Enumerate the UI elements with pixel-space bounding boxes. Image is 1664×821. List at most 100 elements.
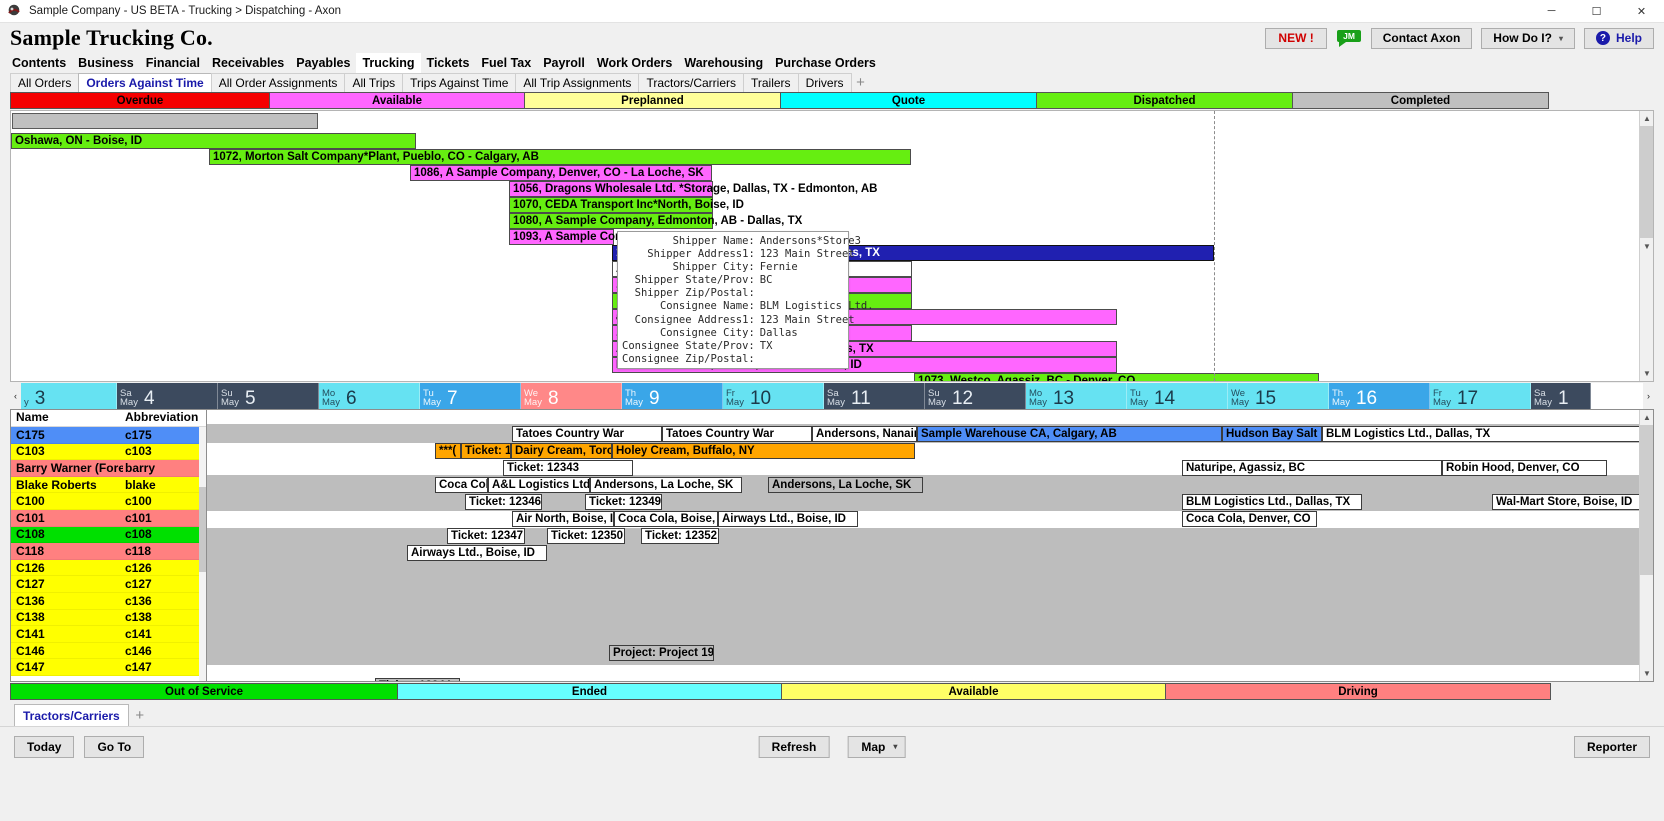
tractor-row[interactable]: C100 c100 xyxy=(11,493,206,510)
assignment-bar[interactable]: Ticket: 12352 xyxy=(641,528,719,544)
date-axis-day[interactable]: y3 xyxy=(21,383,117,409)
tractor-row[interactable]: C141 c141 xyxy=(11,626,206,643)
order-bar[interactable]: 1093, A Sample Company, Toronto, ON - Bu… xyxy=(509,229,796,245)
menu-item-trucking[interactable]: Trucking xyxy=(356,53,421,73)
menu-item-payroll[interactable]: Payroll xyxy=(537,53,591,73)
tractor-row[interactable]: C147 c147 xyxy=(11,659,206,676)
date-axis-day[interactable]: Fr May 10 xyxy=(723,383,824,409)
add-tab-icon[interactable]: + xyxy=(851,73,871,92)
tab-orders-against-time[interactable]: Orders Against Time xyxy=(78,73,212,92)
menu-item-warehousing[interactable]: Warehousing xyxy=(678,53,769,73)
assignment-bar[interactable]: A&L Logistics Ltd., 1 xyxy=(488,477,590,493)
scroll-middle-icon[interactable]: ▼ xyxy=(1640,239,1653,254)
tractor-list-scrollbar[interactable] xyxy=(199,427,206,681)
column-header-name[interactable]: Name xyxy=(11,410,123,426)
tractor-row[interactable]: C175 c175 xyxy=(11,427,206,444)
assignment-bar[interactable]: Sample Warehouse CA, Calgary, AB xyxy=(917,426,1222,442)
menu-item-business[interactable]: Business xyxy=(72,53,140,73)
tractor-row[interactable]: C108 c108 xyxy=(11,526,206,544)
date-axis-day[interactable]: Sa May 11 xyxy=(824,383,925,409)
tractor-row[interactable]: C103 c103 xyxy=(11,443,206,461)
assignment-bar[interactable]: Airways Ltd., Boise, ID xyxy=(407,545,547,561)
menu-item-fuel-tax[interactable]: Fuel Tax xyxy=(475,53,537,73)
tractor-row[interactable]: C118 c118 xyxy=(11,543,206,560)
legend-segment-preplanned[interactable]: Preplanned xyxy=(524,92,781,109)
scroll-thumb[interactable] xyxy=(199,487,206,572)
date-axis-day[interactable]: Sa May 1 xyxy=(1531,383,1591,409)
tractor-row[interactable]: C138 c138 xyxy=(11,609,206,627)
legend-segment-driving[interactable]: Driving xyxy=(1165,683,1551,700)
completed-order-bar[interactable] xyxy=(12,113,318,129)
tractor-row[interactable]: C136 c136 xyxy=(11,592,206,610)
menu-item-work-orders[interactable]: Work Orders xyxy=(591,53,679,73)
date-axis-day[interactable]: Mo May 6 xyxy=(319,383,420,409)
tab-trips-against-time[interactable]: Trips Against Time xyxy=(402,73,517,92)
close-button[interactable]: ✕ xyxy=(1619,0,1664,23)
tab-drivers[interactable]: Drivers xyxy=(797,73,852,92)
next-period-button[interactable]: › xyxy=(1643,383,1654,409)
assignment-bar[interactable]: Airways Ltd., Boise, ID xyxy=(718,511,858,527)
assignment-bar[interactable]: Ticket: 12346 xyxy=(465,494,542,510)
menu-item-contents[interactable]: Contents xyxy=(6,53,72,73)
minimize-button[interactable]: ─ xyxy=(1529,0,1574,23)
tab-all-trip-assignments[interactable]: All Trip Assignments xyxy=(515,73,640,92)
today-button[interactable]: Today xyxy=(14,735,75,758)
menu-item-purchase-orders[interactable]: Purchase Orders xyxy=(769,53,882,73)
assignment-bar[interactable]: Tatoes Country War xyxy=(662,426,812,442)
new-button[interactable]: NEW ! xyxy=(1265,27,1327,49)
order-bar[interactable]: 1070, CEDA Transport Inc*North, Boise, I… xyxy=(509,197,744,213)
menu-item-payables[interactable]: Payables xyxy=(290,53,356,73)
add-bottom-tab-icon[interactable]: + xyxy=(129,704,151,726)
scroll-up-icon[interactable]: ▲ xyxy=(1640,111,1653,126)
date-axis-day[interactable]: Su May 5 xyxy=(218,383,319,409)
assignment-bar[interactable]: Ticket: 12347 xyxy=(447,528,525,544)
assignment-bar[interactable]: BLM Logistics Ltd., Dallas, TX xyxy=(1182,494,1362,510)
assignment-bar[interactable]: Andersons, La Loche, SK xyxy=(590,477,742,493)
order-bar[interactable]: 1080, A Sample Company, Edmonton, AB - D… xyxy=(509,213,802,229)
scroll-thumb[interactable] xyxy=(1640,425,1653,575)
date-axis-day[interactable]: We May 8 xyxy=(521,383,622,409)
assignment-bar[interactable]: BLM Logistics Ltd., Dallas, TX xyxy=(1322,426,1653,442)
tractor-row[interactable]: C146 c146 xyxy=(11,642,206,660)
assignment-bar[interactable]: ***( xyxy=(435,443,461,459)
date-axis-day[interactable]: Th May 9 xyxy=(622,383,723,409)
date-axis-day[interactable]: Fr May 17 xyxy=(1430,383,1531,409)
legend-segment-completed[interactable]: Completed xyxy=(1292,92,1549,109)
goto-button[interactable]: Go To xyxy=(84,735,145,758)
order-bar[interactable]: 1073, Westco, Agassiz, BC - Denver, CO xyxy=(914,373,1319,381)
assignment-bar[interactable]: Andersons, La Loche, SK xyxy=(768,477,923,493)
date-axis-day[interactable]: Tu May 7 xyxy=(420,383,521,409)
scroll-thumb[interactable] xyxy=(1640,126,1653,238)
orders-gantt-panel[interactable]: Oshawa, ON - Boise, ID 1072, Morton Salt … xyxy=(10,110,1654,382)
bottom-tab-tractors-carriers[interactable]: Tractors/Carriers xyxy=(14,704,129,726)
tractor-row[interactable]: C127 c127 xyxy=(11,576,206,593)
order-bar[interactable]: Oshawa, ON - Boise, ID xyxy=(11,133,416,149)
legend-segment-overdue[interactable]: Overdue xyxy=(10,92,270,109)
assignment-bar[interactable]: Coca Cola xyxy=(435,477,488,493)
assignments-vertical-scrollbar[interactable]: ▲ ▼ xyxy=(1639,410,1653,681)
assignment-bar[interactable]: Coca Cola, Boise, ID xyxy=(614,511,718,527)
date-axis-day[interactable]: Th May 16 xyxy=(1329,383,1430,409)
assignments-gantt-panel[interactable]: Tatoes Country War Tatoes Country War Ande… xyxy=(206,409,1654,682)
scroll-down-icon[interactable]: ▼ xyxy=(1640,366,1653,381)
menu-item-financial[interactable]: Financial xyxy=(140,53,206,73)
assignment-bar[interactable]: Ticket: 12349 xyxy=(585,494,662,510)
assignment-bar[interactable]: Ticket: 12350 xyxy=(547,528,625,544)
tractor-row[interactable]: Blake Roberts blake xyxy=(11,476,206,494)
legend-segment-available[interactable]: Available xyxy=(269,92,525,109)
assignment-bar[interactable]: Dairy Cream, Toront xyxy=(511,443,612,459)
legend-segment-quote[interactable]: Quote xyxy=(780,92,1037,109)
scroll-up-icon[interactable]: ▲ xyxy=(1640,410,1653,425)
date-axis-day[interactable]: We May 15 xyxy=(1228,383,1329,409)
assignment-bar[interactable]: Hudson Bay Salt Co xyxy=(1222,426,1322,442)
refresh-button[interactable]: Refresh xyxy=(758,735,830,758)
assignment-bar[interactable]: Tatoes Country War xyxy=(512,426,662,442)
date-axis-day[interactable]: Mo May 13 xyxy=(1026,383,1127,409)
tab-trailers[interactable]: Trailers xyxy=(743,73,799,92)
how-do-i-button[interactable]: How Do I? ▾ xyxy=(1481,27,1575,49)
legend-segment-dispatched[interactable]: Dispatched xyxy=(1036,92,1293,109)
tractor-row[interactable]: C126 c126 xyxy=(11,559,206,577)
legend-segment-ended[interactable]: Ended xyxy=(397,683,782,700)
scroll-down-icon[interactable]: ▼ xyxy=(1640,666,1653,681)
column-header-abbreviation[interactable]: Abbreviation xyxy=(123,410,198,426)
